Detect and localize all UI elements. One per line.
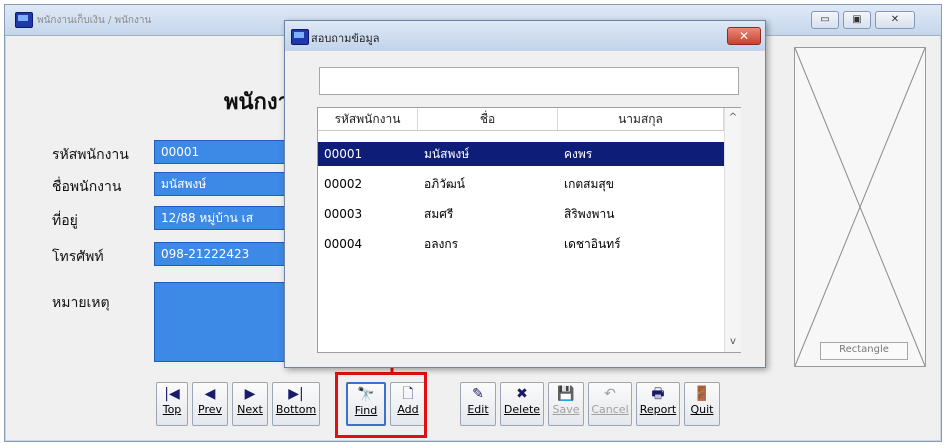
address-field[interactable]: 12/88 หมู่บ้าน เส <box>154 206 290 230</box>
report-button[interactable]: 🖶 Report <box>636 382 680 426</box>
cell-employee-id: 00002 <box>324 177 363 191</box>
cell-employee-id: 00003 <box>324 207 363 221</box>
prev-record-icon: ◀ <box>204 386 216 402</box>
column-header-employee-id[interactable]: รหัสพนักงาน <box>318 108 418 130</box>
cell-first-name: อภิวัฒน์ <box>424 177 465 191</box>
next-label: Next <box>237 403 263 416</box>
cell-last-name: เกตสมสุข <box>564 177 614 191</box>
find-highlight-box <box>335 372 427 438</box>
phone-field[interactable]: 098-21222423 <box>154 242 290 266</box>
cell-last-name: เดชาอินทร์ <box>564 237 621 251</box>
employee-id-label: รหัสพนักงาน <box>52 147 129 163</box>
note-field[interactable] <box>154 282 290 362</box>
delete-icon: ✖ <box>516 386 528 402</box>
last-record-icon: ▶| <box>288 386 304 402</box>
employee-id-field[interactable]: 00001 <box>154 140 290 164</box>
cell-first-name: อลงกร <box>424 237 459 251</box>
cell-first-name: สมศรี <box>424 207 454 221</box>
quit-label: Quit <box>690 403 714 416</box>
table-row[interactable]: 00001 มนัสพงษ์ คงพร <box>318 142 724 166</box>
grid-header: รหัสพนักงาน ชื่อ นามสกุล <box>318 108 724 131</box>
bottom-label: Bottom <box>275 403 317 416</box>
edit-button[interactable]: ✎ Edit <box>460 382 496 426</box>
scroll-up-icon[interactable]: ^ <box>725 110 741 126</box>
top-button[interactable]: |◀ Top <box>156 382 188 426</box>
search-dialog: สอบถามข้อมูล ✕ รหัสพนักงาน ชื่อ นามสกุล … <box>284 20 766 368</box>
photo-caption: Rectangle <box>820 342 908 360</box>
table-row[interactable]: 00004 อลงกร เดชาอินทร์ <box>318 232 724 256</box>
save-button[interactable]: 💾 Save <box>548 382 584 426</box>
phone-label: โทรศัพท์ <box>52 249 104 265</box>
dialog-icon <box>291 29 309 45</box>
minimize-button[interactable]: ▭ <box>811 11 839 29</box>
note-label: หมายเหตุ <box>52 295 110 311</box>
cell-last-name: คงพร <box>564 147 593 161</box>
cell-last-name: สิริพงพาน <box>564 207 615 221</box>
table-row[interactable]: 00003 สมศรี สิริพงพาน <box>318 202 724 226</box>
quit-button[interactable]: 🚪 Quit <box>684 382 720 426</box>
employee-name-field[interactable]: มนัสพงษ์ <box>154 172 290 196</box>
address-label: ที่อยู่ <box>52 213 78 229</box>
next-button[interactable]: ▶ Next <box>232 382 268 426</box>
dialog-close-button[interactable]: ✕ <box>727 27 761 45</box>
edit-icon: ✎ <box>472 386 484 402</box>
next-record-icon: ▶ <box>244 386 256 402</box>
photo-placeholder <box>794 47 926 367</box>
save-label: Save <box>552 403 580 416</box>
edit-label: Edit <box>467 403 489 416</box>
report-label: Report <box>639 403 677 416</box>
cell-employee-id: 00001 <box>324 147 363 161</box>
printer-icon: 🖶 <box>651 386 665 402</box>
column-header-first-name[interactable]: ชื่อ <box>418 108 558 130</box>
prev-button[interactable]: ◀ Prev <box>192 382 228 426</box>
prev-label: Prev <box>198 403 222 416</box>
exit-door-icon: 🚪 <box>693 386 711 402</box>
delete-label: Delete <box>503 403 541 416</box>
save-icon: 💾 <box>557 386 575 402</box>
undo-icon: ↶ <box>604 386 616 402</box>
cell-employee-id: 00004 <box>324 237 363 251</box>
cancel-label: Cancel <box>591 403 629 416</box>
first-record-icon: |◀ <box>164 386 180 402</box>
scroll-down-icon[interactable]: v <box>725 334 741 350</box>
dialog-titlebar: สอบถามข้อมูล ✕ <box>285 21 765 51</box>
search-input[interactable] <box>319 67 739 95</box>
cell-first-name: มนัสพงษ์ <box>424 147 470 161</box>
main-window-title: พนักงานเก็บเงิน / พนักงาน <box>37 15 152 26</box>
delete-button[interactable]: ✖ Delete <box>500 382 544 426</box>
bottom-button[interactable]: ▶| Bottom <box>272 382 320 426</box>
grid-scrollbar[interactable]: ^ v <box>724 108 741 352</box>
dialog-title: สอบถามข้อมูล <box>311 32 380 45</box>
close-button[interactable]: ✕ <box>875 11 915 29</box>
column-header-last-name[interactable]: นามสกุล <box>558 108 724 130</box>
app-icon <box>15 12 33 28</box>
result-grid[interactable]: รหัสพนักงาน ชื่อ นามสกุล 00001 มนัสพงษ์ … <box>317 107 741 353</box>
table-row[interactable]: 00002 อภิวัฒน์ เกตสมสุข <box>318 172 724 196</box>
maximize-button[interactable]: ▣ <box>843 11 871 29</box>
top-label: Top <box>162 403 182 416</box>
photo-cross-lines <box>794 47 926 367</box>
cancel-button[interactable]: ↶ Cancel <box>588 382 632 426</box>
employee-name-label: ชื่อพนักงาน <box>52 179 122 195</box>
